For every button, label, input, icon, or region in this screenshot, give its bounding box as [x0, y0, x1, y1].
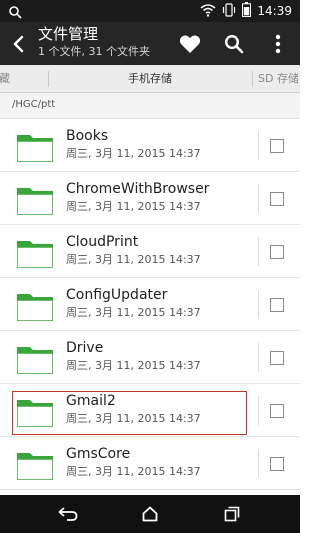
- back-icon: [13, 35, 24, 53]
- back-icon: [58, 507, 78, 521]
- favorite-heart-icon: [179, 34, 201, 53]
- navigation-bar: [0, 495, 300, 533]
- list-item[interactable]: CloudPrint 周三, 3月 11, 2015 14:37: [0, 225, 300, 278]
- file-name: CloudPrint: [66, 234, 139, 250]
- nav-recents-button[interactable]: [202, 499, 262, 529]
- list-item[interactable]: GmsCore 周三, 3月 11, 2015 14:37: [0, 437, 300, 490]
- folder-icon: [16, 291, 54, 322]
- clock: 14:39: [257, 4, 292, 18]
- back-button[interactable]: [6, 30, 30, 58]
- select-checkbox[interactable]: [270, 245, 284, 259]
- tab-divider: [48, 71, 49, 87]
- file-name: Books: [66, 128, 109, 144]
- title-block: 文件管理 1 个文件, 31 个文件夹: [38, 25, 150, 59]
- select-checkbox[interactable]: [270, 457, 284, 471]
- file-name: Gmail2: [66, 393, 116, 409]
- overflow-menu-icon: [275, 34, 281, 53]
- select-checkbox[interactable]: [270, 404, 284, 418]
- list-item[interactable]: Books 周三, 3月 11, 2015 14:37: [0, 119, 300, 172]
- tab-sd-storage[interactable]: SD 存储: [258, 65, 300, 92]
- row-divider: [258, 290, 259, 319]
- list-item[interactable]: ChromeWithBrowser 周三, 3月 11, 2015 14:37: [0, 172, 300, 225]
- list-item[interactable]: ConfigUpdater 周三, 3月 11, 2015 14:37: [0, 278, 300, 331]
- battery-icon: [242, 1, 252, 21]
- row-divider: [258, 131, 259, 160]
- row-divider: [258, 237, 259, 266]
- current-path: /HGC/ptt: [12, 99, 56, 110]
- folder-icon: [16, 185, 54, 216]
- folder-icon: [16, 450, 54, 481]
- search-icon: [8, 4, 22, 19]
- folder-icon: [16, 397, 54, 428]
- tab-phone-storage[interactable]: 手机存储: [80, 65, 220, 92]
- file-name: Drive: [66, 340, 104, 356]
- folder-icon: [16, 132, 54, 163]
- tab-divider: [252, 71, 253, 87]
- page-title: 文件管理: [38, 25, 99, 43]
- action-bar: 文件管理 1 个文件, 31 个文件夹: [0, 22, 300, 65]
- file-name: GmsCore: [66, 446, 131, 462]
- file-date: 周三, 3月 11, 2015 14:37: [66, 200, 201, 213]
- favorite-button[interactable]: [168, 22, 212, 65]
- file-name: ChromeWithBrowser: [66, 181, 210, 197]
- breadcrumb: /HGC/ptt: [0, 93, 300, 119]
- nav-back-button[interactable]: [38, 499, 98, 529]
- wifi-icon: [200, 2, 216, 21]
- overflow-menu-button[interactable]: [256, 22, 300, 65]
- select-checkbox[interactable]: [270, 298, 284, 312]
- row-divider: [258, 449, 259, 478]
- search-button[interactable]: [212, 22, 256, 65]
- storage-tabs: 收藏 手机存储 SD 存储: [0, 65, 300, 93]
- vibrate-icon: [222, 2, 236, 21]
- folder-icon: [16, 344, 54, 375]
- nav-home-button[interactable]: [120, 499, 180, 529]
- file-date: 周三, 3月 11, 2015 14:37: [66, 147, 201, 160]
- file-list: Books 周三, 3月 11, 2015 14:37 ChromeWithBro…: [0, 119, 300, 495]
- list-item[interactable]: Gmail2 周三, 3月 11, 2015 14:37: [0, 384, 300, 437]
- select-checkbox[interactable]: [270, 139, 284, 153]
- file-date: 周三, 3月 11, 2015 14:37: [66, 359, 201, 372]
- file-date: 周三, 3月 11, 2015 14:37: [66, 412, 201, 425]
- search-icon: [224, 34, 244, 53]
- file-name: ConfigUpdater: [66, 287, 168, 303]
- page-subtitle: 1 个文件, 31 个文件夹: [38, 45, 150, 58]
- select-checkbox[interactable]: [270, 192, 284, 206]
- folder-icon: [16, 238, 54, 269]
- file-date: 周三, 3月 11, 2015 14:37: [66, 306, 201, 319]
- recent-apps-icon: [224, 506, 240, 522]
- home-icon: [142, 506, 158, 522]
- row-divider: [258, 184, 259, 213]
- select-checkbox[interactable]: [270, 351, 284, 365]
- tab-favorites[interactable]: 收藏: [0, 65, 48, 92]
- row-divider: [258, 343, 259, 372]
- list-item[interactable]: Drive 周三, 3月 11, 2015 14:37: [0, 331, 300, 384]
- status-bar: 14:39: [0, 0, 300, 22]
- file-date: 周三, 3月 11, 2015 14:37: [66, 465, 201, 478]
- file-date: 周三, 3月 11, 2015 14:37: [66, 253, 201, 266]
- row-divider: [258, 396, 259, 425]
